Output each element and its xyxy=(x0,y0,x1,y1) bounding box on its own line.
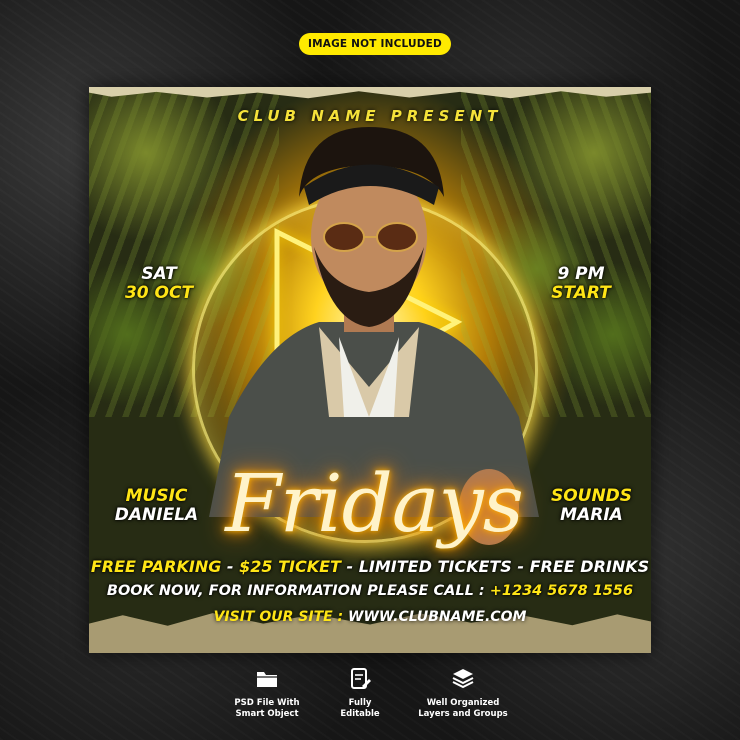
booking-line: BOOK NOW, FOR INFORMATION PLEASE CALL : … xyxy=(89,583,651,599)
feature-ticket: $25 TICKET xyxy=(239,557,341,576)
booking-text: BOOK NOW, FOR INFORMATION PLEASE CALL : xyxy=(106,583,485,599)
sounds-by: SOUNDS MARIA xyxy=(544,487,639,524)
feature-layers: Well Organized Layers and Groups xyxy=(388,666,538,719)
headline-fridays: Fridays xyxy=(225,457,524,550)
event-day: SAT xyxy=(141,264,177,284)
sounds-label: SOUNDS xyxy=(550,486,633,506)
edit-document-icon xyxy=(351,668,371,689)
feature-limited: LIMITED TICKETS xyxy=(358,557,512,576)
flyer: CLUB NAME PRESENT SAT 30 OCT 9 PM START … xyxy=(89,87,651,653)
music-label: MUSIC xyxy=(125,486,188,506)
feature-layers-line1: Well Organized xyxy=(426,698,500,708)
club-title: CLUB NAME PRESENT xyxy=(237,107,503,125)
site-url: WWW.CLUBNAME.COM xyxy=(348,609,527,625)
feature-separator: - xyxy=(511,557,530,576)
website-line: VISIT OUR SITE : WWW.CLUBNAME.COM xyxy=(89,609,651,625)
feature-separator: - xyxy=(221,557,240,576)
sounds-artist: MARIA xyxy=(560,504,623,525)
phone-number: +1234 5678 1556 xyxy=(489,583,634,599)
event-time: 9 PM START xyxy=(541,265,621,302)
site-label: VISIT OUR SITE : xyxy=(213,609,344,625)
event-date: SAT 30 OCT xyxy=(119,265,199,302)
feature-layers-line2: Layers and Groups xyxy=(418,708,508,719)
feature-parking: FREE PARKING xyxy=(90,557,222,576)
layers-icon xyxy=(452,669,474,689)
event-start-label: START xyxy=(551,282,611,303)
event-date-value: 30 OCT xyxy=(124,282,194,303)
features-line: FREE PARKING - $25 TICKET - LIMITED TICK… xyxy=(89,557,651,576)
folder-icon xyxy=(257,672,277,687)
music-by: MUSIC DANIELA xyxy=(109,487,204,524)
event-time-value: 9 PM xyxy=(557,264,605,284)
music-artist: DANIELA xyxy=(114,504,199,525)
image-not-included-badge: IMAGE NOT INCLUDED xyxy=(299,33,451,55)
feature-drinks: FREE DRINKS xyxy=(529,557,650,576)
feature-separator: - xyxy=(340,557,359,576)
